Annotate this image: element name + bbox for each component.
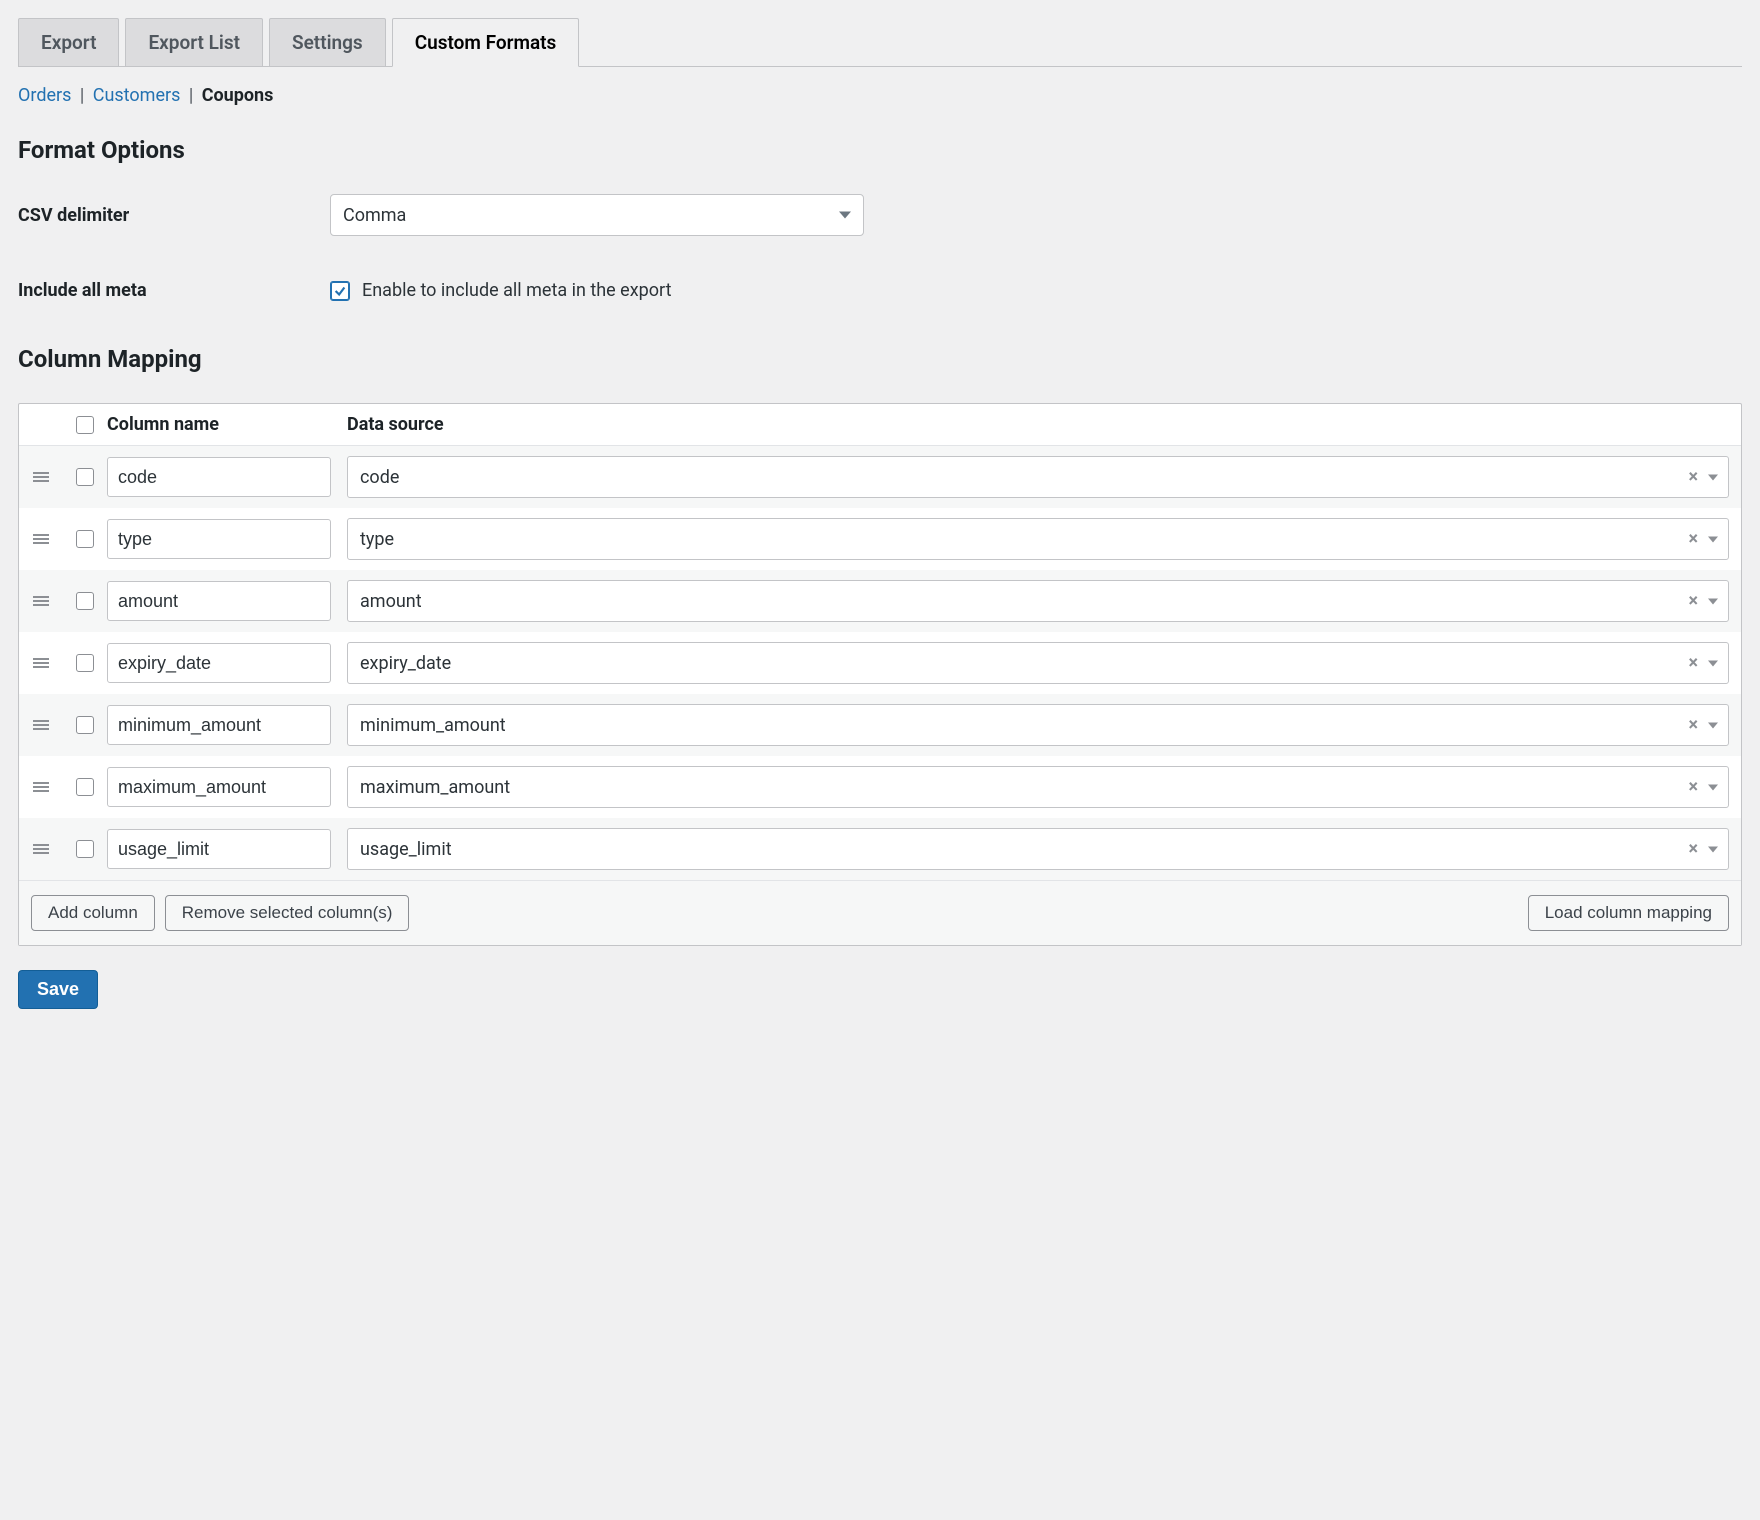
chevron-down-icon — [1708, 784, 1718, 790]
column-name-input[interactable] — [107, 829, 331, 869]
row-checkbox[interactable] — [76, 654, 94, 672]
data-source-select[interactable]: expiry_date × — [347, 642, 1729, 684]
clear-icon[interactable]: × — [1688, 839, 1698, 860]
data-source-select[interactable]: code × — [347, 456, 1729, 498]
save-button[interactable]: Save — [18, 970, 98, 1009]
row-checkbox[interactable] — [76, 530, 94, 548]
column-name-input[interactable] — [107, 519, 331, 559]
mapping-row: amount × — [19, 570, 1741, 632]
header-data-source: Data source — [347, 414, 444, 435]
chevron-down-icon — [1708, 722, 1718, 728]
tab-export-list[interactable]: Export List — [125, 18, 263, 66]
chevron-down-icon — [1708, 846, 1718, 852]
data-source-value: usage_limit — [360, 839, 452, 860]
tab-custom-formats[interactable]: Custom Formats — [392, 18, 580, 67]
row-checkbox[interactable] — [76, 468, 94, 486]
drag-handle-icon[interactable] — [33, 532, 49, 546]
data-source-value: code — [360, 467, 399, 488]
clear-icon[interactable]: × — [1688, 529, 1698, 550]
data-source-select[interactable]: usage_limit × — [347, 828, 1729, 870]
format-options-table: CSV delimiter Comma Include all meta Ena… — [18, 194, 1742, 301]
data-source-select[interactable]: maximum_amount × — [347, 766, 1729, 808]
column-name-input[interactable] — [107, 767, 331, 807]
main-tabs: Export Export List Settings Custom Forma… — [18, 18, 1742, 67]
drag-handle-icon[interactable] — [33, 470, 49, 484]
data-source-select[interactable]: minimum_amount × — [347, 704, 1729, 746]
checkbox-select-all[interactable] — [76, 416, 94, 434]
row-checkbox[interactable] — [76, 840, 94, 858]
clear-icon[interactable]: × — [1688, 715, 1698, 736]
column-name-input[interactable] — [107, 457, 331, 497]
mapping-header: Column name Data source — [19, 404, 1741, 446]
data-source-value: minimum_amount — [360, 715, 506, 736]
column-name-input[interactable] — [107, 643, 331, 683]
drag-handle-icon[interactable] — [33, 718, 49, 732]
select-csv-delimiter[interactable]: Comma — [330, 194, 864, 236]
clear-icon[interactable]: × — [1688, 777, 1698, 798]
row-checkbox[interactable] — [76, 716, 94, 734]
chevron-down-icon — [1708, 660, 1718, 666]
subnav-customers[interactable]: Customers — [93, 85, 181, 106]
subnav-separator: | — [189, 85, 193, 106]
select-csv-delimiter-value: Comma — [343, 205, 406, 226]
mapping-row: usage_limit × — [19, 818, 1741, 880]
data-source-value: maximum_amount — [360, 777, 510, 798]
clear-icon[interactable]: × — [1688, 591, 1698, 612]
mapping-row: maximum_amount × — [19, 756, 1741, 818]
mapping-row: minimum_amount × — [19, 694, 1741, 756]
data-source-value: expiry_date — [360, 653, 451, 674]
heading-column-mapping: Column Mapping — [18, 345, 1742, 373]
drag-handle-icon[interactable] — [33, 842, 49, 856]
subnav-orders[interactable]: Orders — [18, 85, 71, 106]
mapping-footer: Add column Remove selected column(s) Loa… — [19, 880, 1741, 945]
label-include-all-meta: Include all meta — [18, 280, 330, 301]
drag-handle-icon[interactable] — [33, 656, 49, 670]
data-source-value: amount — [360, 591, 422, 612]
desc-include-all-meta: Enable to include all meta in the export — [362, 280, 671, 301]
label-csv-delimiter: CSV delimiter — [18, 205, 330, 226]
drag-handle-icon[interactable] — [33, 594, 49, 608]
remove-selected-button[interactable]: Remove selected column(s) — [165, 895, 410, 931]
column-mapping-panel: Column name Data source code×type×amount… — [18, 403, 1742, 946]
data-source-select[interactable]: type × — [347, 518, 1729, 560]
clear-icon[interactable]: × — [1688, 653, 1698, 674]
subnav-coupons[interactable]: Coupons — [202, 85, 274, 106]
header-column-name: Column name — [107, 414, 219, 435]
chevron-down-icon — [1708, 598, 1718, 604]
mapping-row: expiry_date × — [19, 632, 1741, 694]
heading-format-options: Format Options — [18, 136, 1742, 164]
data-source-value: type — [360, 529, 394, 550]
column-name-input[interactable] — [107, 705, 331, 745]
checkbox-include-all-meta[interactable] — [330, 281, 350, 301]
column-name-input[interactable] — [107, 581, 331, 621]
row-checkbox[interactable] — [76, 592, 94, 610]
drag-handle-icon[interactable] — [33, 780, 49, 794]
tab-export[interactable]: Export — [18, 18, 119, 66]
add-column-button[interactable]: Add column — [31, 895, 155, 931]
subnav: Orders | Customers | Coupons — [18, 85, 1742, 106]
data-source-select[interactable]: amount × — [347, 580, 1729, 622]
chevron-down-icon — [839, 212, 851, 219]
mapping-row: code × — [19, 446, 1741, 508]
check-icon — [333, 284, 347, 298]
tab-settings[interactable]: Settings — [269, 18, 386, 66]
subnav-separator: | — [80, 85, 84, 106]
row-checkbox[interactable] — [76, 778, 94, 796]
chevron-down-icon — [1708, 536, 1718, 542]
mapping-row: type × — [19, 508, 1741, 570]
load-column-mapping-button[interactable]: Load column mapping — [1528, 895, 1729, 931]
chevron-down-icon — [1708, 474, 1718, 480]
clear-icon[interactable]: × — [1688, 467, 1698, 488]
